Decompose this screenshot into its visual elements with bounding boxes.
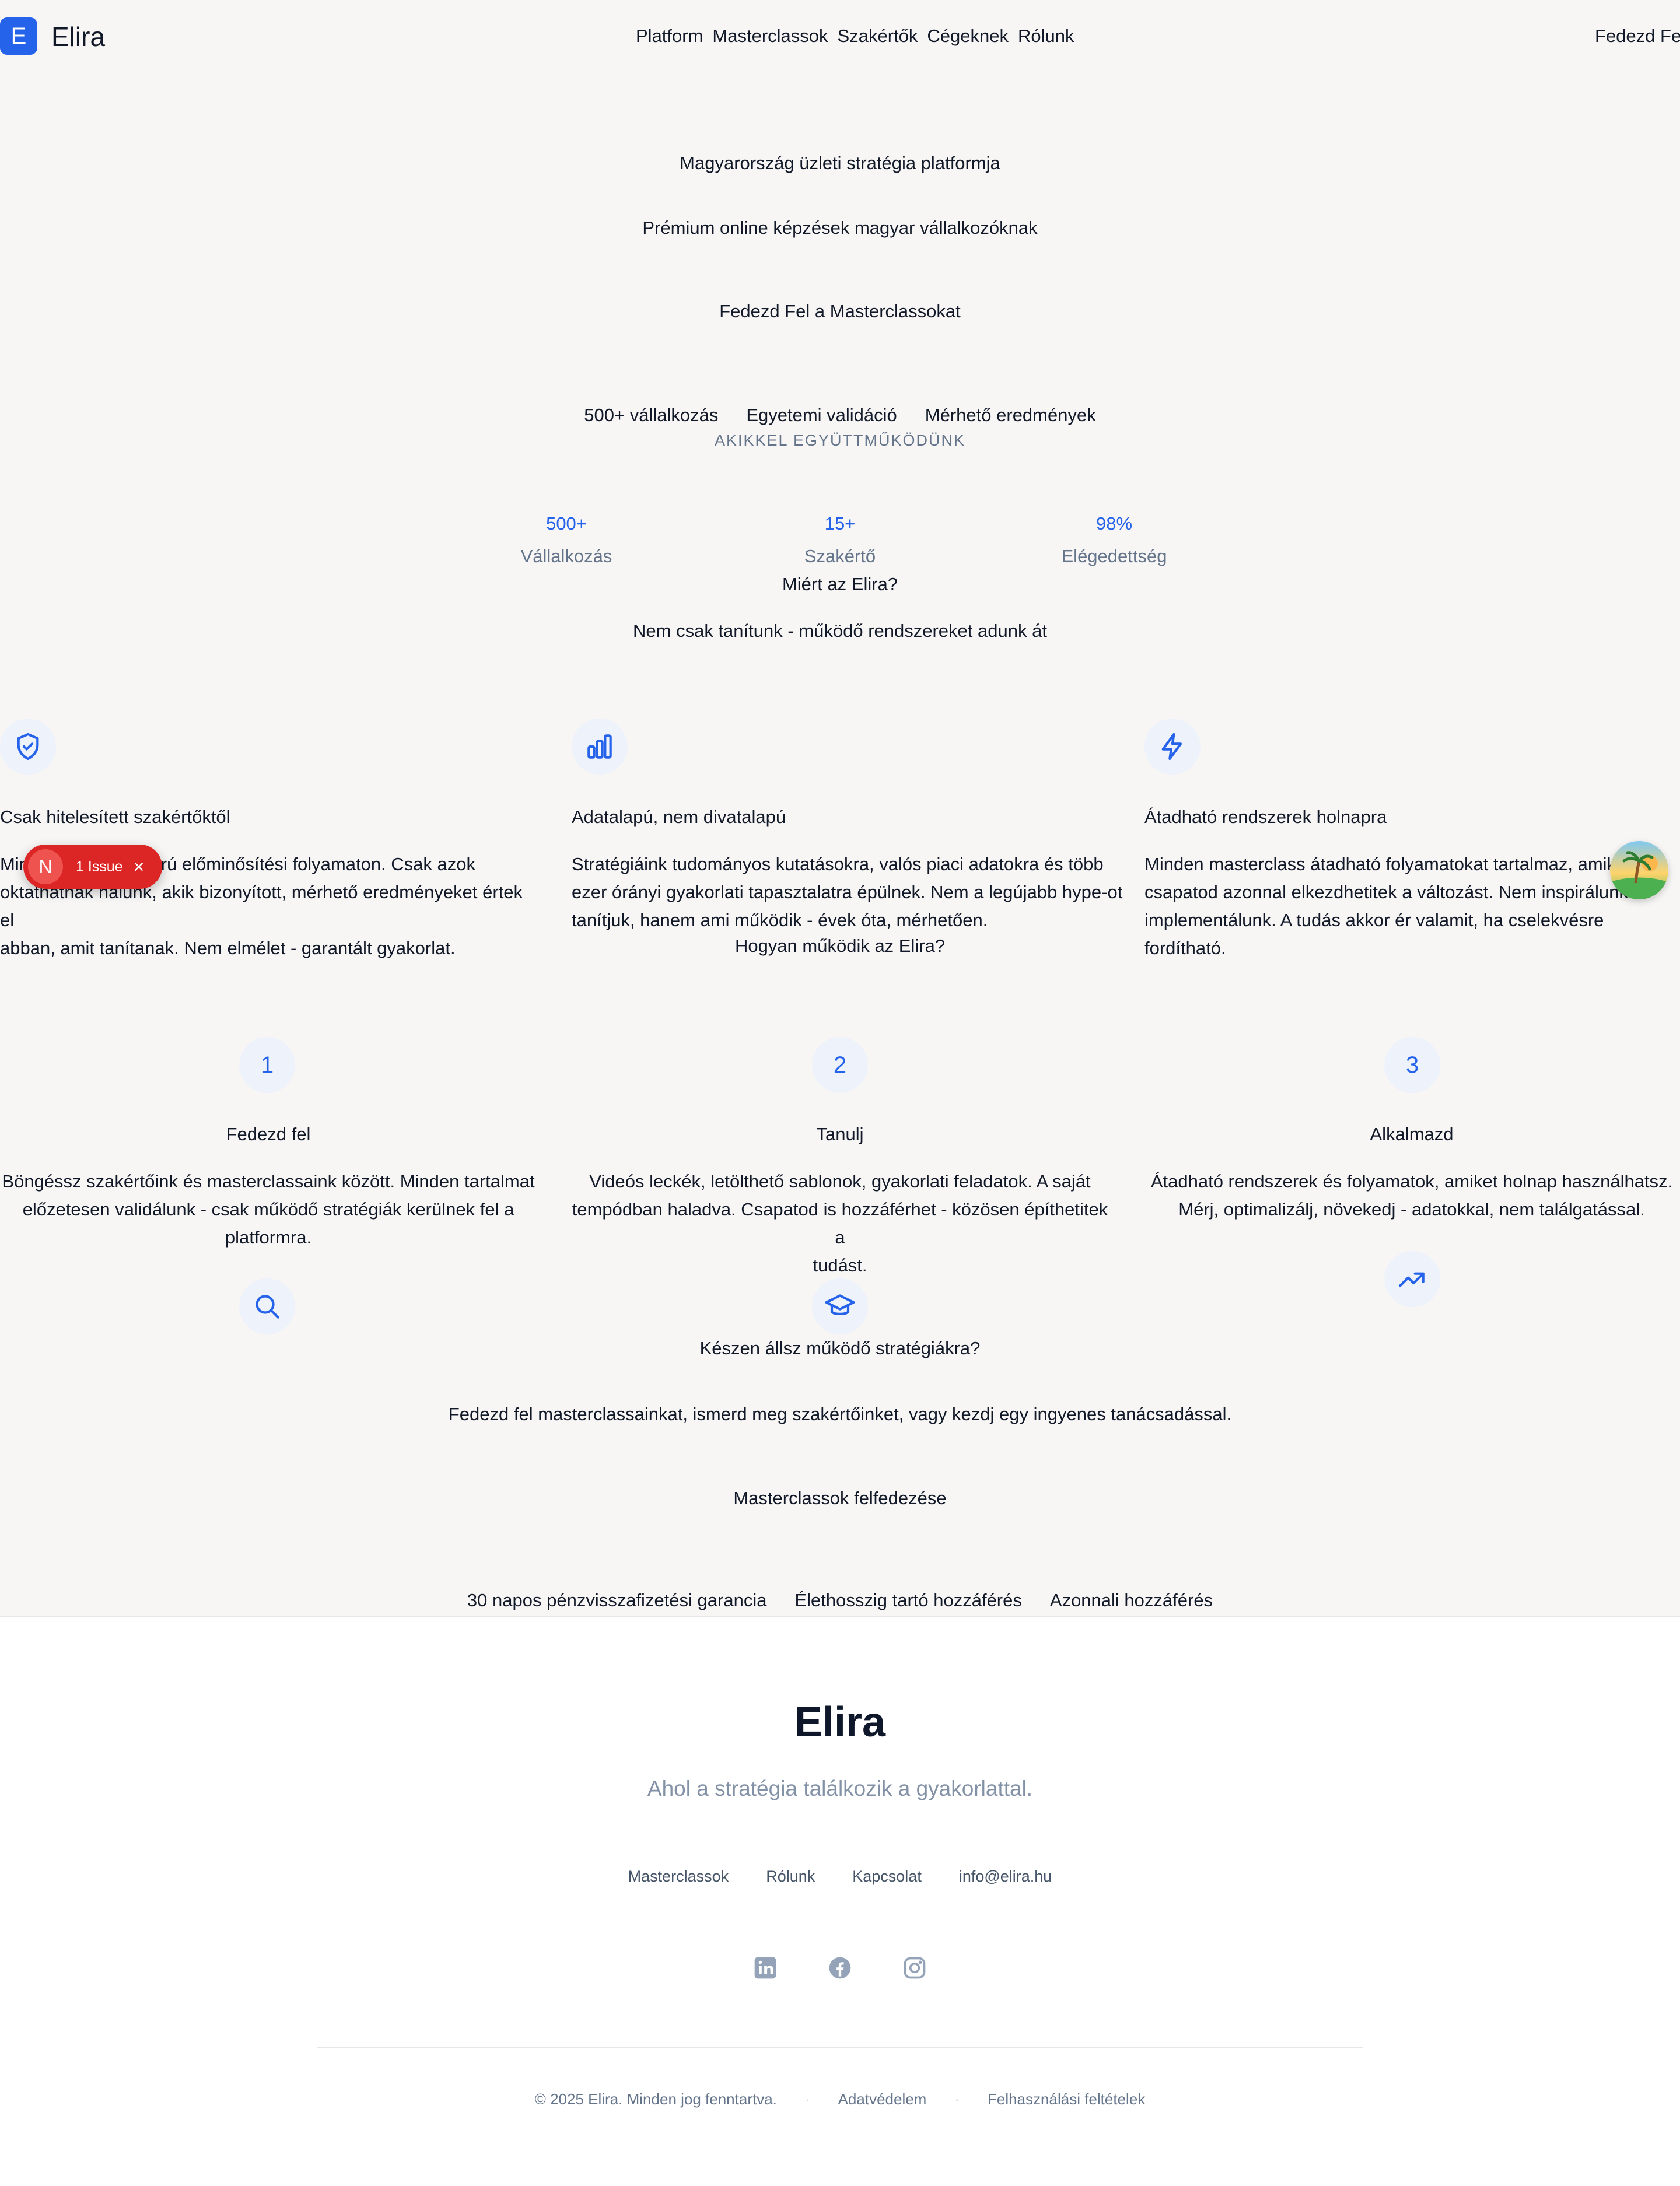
cta-title: Készen állsz működő stratégiákra? bbox=[699, 1338, 981, 1358]
footer: Elira Ahol a stratégia találkozik a gyak… bbox=[0, 1616, 1680, 2186]
nav-cegeknek[interactable]: Cégeknek bbox=[927, 26, 1009, 47]
logo-mark[interactable]: E bbox=[0, 17, 37, 55]
step-description: Videós leckék, letölthető sablonok, gyak… bbox=[572, 1171, 1108, 1276]
hero-cta-button[interactable]: Fedezd Fel a Masterclassokat bbox=[665, 301, 1015, 322]
stat-value: 15+ bbox=[824, 513, 856, 534]
guarantee-item: 30 napos pénzvisszafizetési garancia bbox=[467, 1590, 767, 1610]
feature-title: Csak hitelesített szakértőktől bbox=[0, 807, 230, 827]
assistant-avatar[interactable] bbox=[1610, 841, 1668, 899]
nextjs-logo-icon: N bbox=[28, 849, 63, 884]
footer-link-terms[interactable]: Felhasználási feltételek bbox=[988, 2090, 1145, 2108]
trust-item: 500+ vállalkozás bbox=[584, 405, 719, 425]
header-cta-button[interactable]: Fedezd Fel bbox=[1595, 26, 1680, 47]
step-title: Tanulj bbox=[816, 1124, 864, 1144]
footer-link-email[interactable]: info@elira.hu bbox=[959, 1868, 1052, 1886]
graduation-cap-icon bbox=[812, 1278, 868, 1334]
why-subtitle: Nem csak tanítunk - működő rendszereket … bbox=[633, 621, 1047, 641]
feature-description: Stratégiáink tudományos kutatásokra, val… bbox=[572, 854, 1123, 930]
logo-letter: E bbox=[10, 23, 27, 49]
nav-szakertok[interactable]: Szakértők bbox=[838, 26, 918, 47]
explore-masterclasses-button[interactable]: Masterclassok felfedezése bbox=[677, 1488, 1003, 1509]
partners-heading: AKIKKEL EGYÜTTMŰKÖDÜNK bbox=[714, 432, 966, 449]
separator: · bbox=[804, 2090, 810, 2108]
step-number: 3 bbox=[1384, 1037, 1440, 1093]
linkedin-icon[interactable] bbox=[752, 1955, 778, 1981]
cta-subtitle: Fedezd fel masterclassainkat, ismerd meg… bbox=[448, 1404, 1232, 1424]
guarantee-item: Élethosszig tartó hozzáférés bbox=[794, 1590, 1022, 1610]
close-icon[interactable]: × bbox=[134, 856, 145, 878]
footer-link-privacy[interactable]: Adatvédelem bbox=[838, 2090, 927, 2108]
nav-rolunk[interactable]: Rólunk bbox=[1018, 26, 1074, 47]
trust-item: Egyetemi validáció bbox=[746, 405, 897, 425]
trust-row: 500+ vállalkozás Egyetemi validáció Mérh… bbox=[0, 405, 1680, 426]
footer-divider bbox=[317, 2047, 1363, 2048]
step-title: Alkalmazd bbox=[1370, 1124, 1454, 1144]
step-description: Böngéssz szakértőink és masterclassaink … bbox=[2, 1171, 535, 1248]
footer-tagline: Ahol a stratégia találkozik a gyakorlatt… bbox=[647, 1777, 1033, 1800]
shield-check-icon bbox=[0, 719, 56, 775]
search-icon bbox=[239, 1278, 295, 1334]
bar-chart-icon bbox=[572, 719, 628, 775]
step-description: Átadható rendszerek és folyamatok, amike… bbox=[1150, 1171, 1673, 1220]
header: E Elira Platform Masterclassok Szakértők… bbox=[0, 0, 1680, 76]
facebook-icon[interactable] bbox=[827, 1955, 853, 1981]
why-title: Miért az Elira? bbox=[782, 574, 898, 594]
stat-value: 500+ bbox=[546, 513, 587, 534]
instagram-icon[interactable] bbox=[902, 1955, 928, 1981]
step-title: Fedezd fel bbox=[226, 1124, 311, 1144]
hero-eyebrow: Magyarország üzleti stratégia platformja bbox=[680, 153, 1000, 173]
issues-badge[interactable]: N 1 Issue × bbox=[23, 845, 162, 889]
footer-link-kapcsolat[interactable]: Kapcsolat bbox=[852, 1868, 922, 1886]
feature-title: Átadható rendszerek holnapra bbox=[1144, 807, 1387, 827]
palm-icon bbox=[1610, 851, 1668, 899]
main-nav: Platform Masterclassok Szakértők Cégekne… bbox=[636, 26, 1074, 47]
stat-value: 98% bbox=[1096, 513, 1133, 534]
feature-title: Adatalapú, nem divatalapú bbox=[572, 807, 786, 827]
stat-label: Elégedettség bbox=[1061, 546, 1167, 566]
footer-brand: Elira bbox=[794, 1699, 886, 1746]
footer-links: Masterclassok Rólunk Kapcsolat info@elir… bbox=[0, 1868, 1680, 1886]
step-number: 1 bbox=[239, 1037, 295, 1093]
hero-subtitle: Prémium online képzések magyar vállalkoz… bbox=[642, 218, 1038, 238]
nav-masterclassok[interactable]: Masterclassok bbox=[712, 26, 828, 47]
trending-up-icon bbox=[1384, 1251, 1440, 1307]
guarantee-row: 30 napos pénzvisszafizetési garancia Éle… bbox=[0, 1590, 1680, 1611]
separator: · bbox=[954, 2090, 960, 2108]
footer-link-masterclassok[interactable]: Masterclassok bbox=[628, 1868, 729, 1886]
stat-label: Szakértő bbox=[804, 546, 876, 566]
lightning-icon bbox=[1144, 719, 1200, 775]
footer-link-rolunk[interactable]: Rólunk bbox=[766, 1868, 815, 1886]
footer-bottom: © 2025 Elira. Minden jog fenntartva. · A… bbox=[0, 2090, 1680, 2108]
brand-name[interactable]: Elira bbox=[51, 21, 105, 52]
trust-item: Mérhető eredmények bbox=[925, 405, 1096, 425]
copyright: © 2025 Elira. Minden jog fenntartva. bbox=[534, 2090, 777, 2108]
step-number: 2 bbox=[812, 1037, 868, 1093]
how-title: Hogyan működik az Elira? bbox=[734, 936, 946, 956]
nav-platform[interactable]: Platform bbox=[636, 26, 703, 47]
guarantee-item: Azonnali hozzáférés bbox=[1049, 1590, 1213, 1610]
stat-label: Vállalkozás bbox=[520, 546, 612, 566]
issues-count[interactable]: 1 Issue bbox=[76, 859, 123, 875]
